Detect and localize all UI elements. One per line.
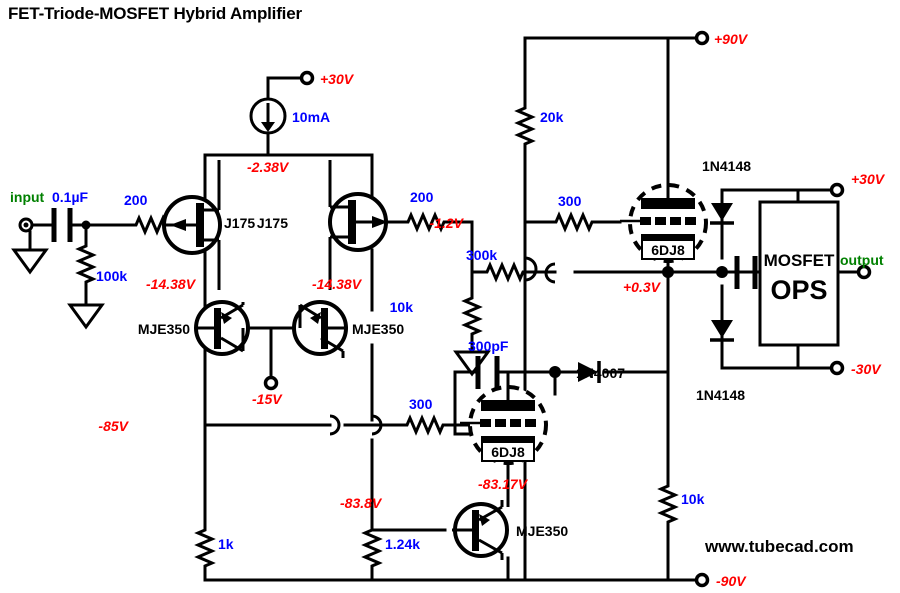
resistor-20k (516, 98, 534, 154)
terminal-plus30-ops (829, 182, 845, 198)
value-10k-right: 10k (681, 491, 705, 507)
wire-hop-20k (524, 256, 538, 282)
label-plus90: +90V (714, 31, 749, 47)
label-plus30-top: +30V (320, 71, 355, 87)
node-neg83-8: -83.8V (340, 495, 383, 511)
value-10k-mid: 10k (390, 299, 414, 315)
value-200-left: 200 (124, 192, 148, 208)
value-c-in: 0.1µF (52, 189, 89, 205)
tube-top-plate (641, 198, 695, 209)
tube-bottom-plate (481, 400, 535, 411)
current-source-10mA (249, 97, 287, 135)
value-300pF: 300pF (468, 338, 509, 354)
node-jfetL-drain: -14.38V (146, 276, 197, 292)
junction-ops-input (716, 266, 728, 278)
node-tube-top-cathode: +0.3V (623, 279, 662, 295)
part-bjt-left: MJE350 (138, 321, 190, 337)
part-1n4148-top: 1N4148 (702, 158, 751, 174)
part-bjt-bottom: MJE350 (516, 523, 568, 539)
mosfet-ops-block (758, 200, 840, 347)
value-300-top: 300 (558, 193, 582, 209)
value-100k: 100k (96, 268, 127, 284)
bjt-bottom (452, 500, 510, 560)
terminal-output (856, 264, 872, 280)
part-bjt-right: MJE350 (352, 321, 404, 337)
diode-1n4148-top (710, 203, 734, 225)
ground-layer (11, 248, 491, 377)
value-300-bottom: 300 (409, 396, 433, 412)
terminal-minus90 (694, 572, 710, 588)
terminal-layer (18, 30, 872, 588)
junction-300pF-diode (549, 366, 561, 378)
value-10mA: 10mA (292, 109, 330, 125)
resistor-10k-mid (463, 288, 481, 344)
label-minus15: -15V (252, 391, 283, 407)
part-tube-top: 6DJ8 (651, 242, 685, 258)
label-output: output (840, 252, 884, 268)
watermark-url: www.tubecad.com (705, 537, 854, 556)
schematic-page: FET-Triode-MOSFET Hybrid Amplifier input… (0, 0, 900, 593)
part-tube-bottom: 6DJ8 (491, 444, 525, 460)
value-1k24: 1.24k (385, 536, 420, 552)
label-input: input (10, 189, 45, 205)
resistor-300k (477, 263, 533, 281)
terminal-plus30-top (299, 70, 315, 86)
resistor-300-bottom (397, 416, 453, 434)
ground-100k (67, 303, 105, 330)
bjt-left (194, 300, 250, 356)
node-tube-top-grid: -1.2V (430, 215, 465, 231)
jfet-right (328, 160, 388, 290)
ground-input (11, 248, 49, 275)
terminal-minus15 (263, 375, 279, 391)
circuit-schematic: input output +30V +90V +30V -30V -15V -9… (10, 30, 886, 589)
value-200-right: 200 (410, 189, 434, 205)
ops-label-line2: OPS (770, 275, 827, 305)
label-layer: input output +30V +90V +30V -30V -15V -9… (10, 31, 886, 589)
junction-cathode (662, 266, 674, 278)
part-jfet-right: J175 (257, 215, 288, 231)
node-jfetR-drain: -14.38V (312, 276, 363, 292)
value-1k: 1k (218, 536, 234, 552)
terminal-input-dot (23, 222, 29, 228)
ops-label-line1: MOSFET (764, 251, 835, 270)
terminal-minus30-ops (829, 360, 845, 376)
wire-layer (28, 36, 864, 582)
resistor-300-top (546, 213, 602, 231)
diode-1n4148-bottom (710, 320, 734, 342)
node-neg85: -85V (98, 418, 129, 434)
terminal-plus90 (694, 30, 710, 46)
resistor-100k (77, 236, 95, 292)
node-jfet-sources: -2.38V (247, 159, 290, 175)
part-1n4007: 1N4007 (576, 365, 625, 381)
label-minus90: -90V (716, 573, 747, 589)
value-20k: 20k (540, 109, 564, 125)
jfet-left (162, 160, 222, 290)
part-1n4148-bottom: 1N4148 (696, 387, 745, 403)
value-300k: 300k (466, 247, 497, 263)
junction-input (81, 220, 91, 230)
bjt-right (292, 300, 348, 358)
junction-layer (81, 154, 728, 378)
node-tube-bot-cathode: -83.17V (478, 476, 529, 492)
label-plus30-ops: +30V (851, 171, 886, 187)
resistor-1k (196, 520, 214, 576)
label-minus30-ops: -30V (851, 361, 882, 377)
part-jfet-left: J175 (224, 215, 255, 231)
resistor-10k-right (659, 476, 677, 532)
